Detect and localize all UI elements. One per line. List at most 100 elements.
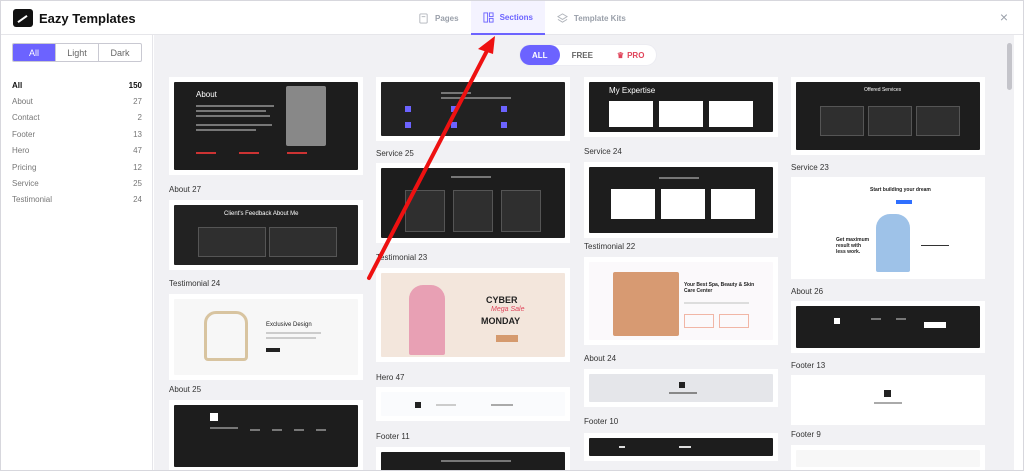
mode-dark-button[interactable]: Dark — [99, 44, 141, 61]
template-preview: Your Best Spa, Beauty & Skin Care Center — [589, 262, 773, 340]
category-count: 12 — [133, 162, 142, 172]
preview-title: Client's Feedback About Me — [224, 211, 299, 217]
license-filter: ALL FREE ♛ PRO — [520, 45, 657, 65]
template-preview — [381, 452, 565, 470]
preview-heading: CYBER — [486, 295, 518, 305]
category-pricing[interactable]: Pricing 12 — [12, 159, 142, 175]
app-title: Eazy Templates — [39, 10, 136, 26]
category-label: Hero — [12, 146, 30, 156]
logo: Eazy Templates — [13, 9, 136, 27]
filter-pro-button[interactable]: ♛ PRO — [605, 45, 657, 65]
logo-icon — [13, 9, 33, 27]
person-photo — [876, 214, 910, 272]
category-label: Contact — [12, 113, 40, 123]
template-preview — [381, 82, 565, 136]
template-name: Hero 47 — [376, 373, 405, 382]
tab-pages[interactable]: Pages — [406, 1, 471, 35]
scrollbar[interactable] — [1005, 35, 1014, 470]
header: Eazy Templates Pages Sections Template K… — [1, 1, 1023, 35]
template-card-service-24[interactable]: My Expertise — [584, 77, 778, 137]
template-preview — [796, 306, 980, 348]
template-card-footer[interactable] — [584, 433, 778, 461]
template-preview: About — [174, 82, 358, 170]
template-card-about-26[interactable]: Start building your dream Get maximum re… — [791, 177, 985, 279]
tab-bar: Pages Sections Template Kits — [406, 1, 638, 35]
template-card-about-27[interactable]: About — [169, 77, 363, 175]
model-photo — [409, 285, 445, 355]
category-count: 24 — [133, 195, 142, 205]
template-preview: CYBER Mega Sale MONDAY — [381, 273, 565, 357]
layers-icon — [556, 12, 568, 23]
template-card-footer[interactable] — [376, 447, 570, 470]
category-contact[interactable]: Contact 2 — [12, 110, 142, 126]
category-count: 2 — [137, 113, 142, 123]
category-label: Testimonial — [12, 195, 53, 205]
template-card-footer-13[interactable] — [791, 301, 985, 353]
sidebar: All Light Dark All 150 About 27 Contact 2 F… — [1, 35, 153, 470]
template-card-testimonial-22[interactable] — [584, 162, 778, 238]
category-count: 13 — [133, 129, 142, 139]
template-card-footer-11[interactable] — [376, 387, 570, 421]
template-preview: Exclusive Design — [174, 299, 358, 375]
template-card-about-24[interactable]: Your Best Spa, Beauty & Skin Care Center — [584, 257, 778, 345]
template-card-testimonial-23[interactable] — [376, 163, 570, 243]
category-label: About — [12, 97, 33, 107]
template-card-about-25[interactable]: Exclusive Design — [169, 294, 363, 380]
template-card-hero-47[interactable]: CYBER Mega Sale MONDAY — [376, 268, 570, 362]
category-count: 150 — [128, 80, 142, 90]
preview-title: Offered Services — [864, 87, 902, 93]
template-card-footer[interactable] — [169, 400, 363, 470]
category-count: 47 — [133, 146, 142, 156]
template-preview — [589, 167, 773, 233]
spa-photo — [613, 272, 679, 336]
preview-subheading: Mega Sale — [491, 306, 525, 313]
preview-title: Exclusive Design — [266, 322, 312, 328]
template-preview: My Expertise — [589, 82, 773, 132]
template-name: Footer 13 — [791, 361, 826, 370]
filter-free-button[interactable]: FREE — [560, 45, 605, 65]
app-window: Eazy Templates Pages Sections Template K… — [0, 0, 1024, 471]
template-name: About 27 — [169, 185, 202, 194]
category-testimonial[interactable]: Testimonial 24 — [12, 192, 142, 208]
template-preview: Start building your dream Get maximum re… — [796, 182, 980, 274]
mode-all-button[interactable]: All — [13, 44, 56, 61]
tab-sections[interactable]: Sections — [470, 1, 545, 35]
template-card-service-23[interactable]: Offered Services — [791, 77, 985, 155]
filter-pro-label: PRO — [627, 50, 645, 60]
category-service[interactable]: Service 25 — [12, 175, 142, 191]
preview-title: About — [196, 90, 217, 99]
preview-heading: Your Best Spa, Beauty & Skin Care Center — [684, 282, 755, 294]
template-card-footer[interactable] — [791, 445, 985, 470]
page-icon — [419, 12, 428, 24]
category-all[interactable]: All 150 — [12, 77, 142, 93]
template-preview: Client's Feedback About Me — [174, 205, 358, 265]
template-card-footer-10[interactable] — [584, 369, 778, 407]
tab-template-kits[interactable]: Template Kits — [545, 1, 638, 35]
template-card-testimonial-24[interactable]: Client's Feedback About Me — [169, 200, 363, 270]
template-preview — [381, 392, 565, 416]
category-footer[interactable]: Footer 13 — [12, 126, 142, 142]
category-hero[interactable]: Hero 47 — [12, 143, 142, 159]
filter-all-button[interactable]: ALL — [520, 45, 560, 65]
sections-icon — [483, 11, 494, 23]
template-name: Footer 9 — [791, 430, 821, 439]
crown-icon: ♛ — [616, 50, 625, 60]
tab-sections-label: Sections — [499, 12, 533, 22]
template-name: Footer 10 — [584, 417, 619, 426]
template-preview — [589, 374, 773, 402]
scrollbar-thumb[interactable] — [1007, 43, 1012, 90]
category-label: Pricing — [12, 162, 37, 172]
category-count: 27 — [133, 97, 142, 107]
tab-pages-label: Pages — [435, 13, 459, 23]
chair-image — [204, 311, 248, 361]
template-card-footer-9[interactable] — [791, 375, 985, 425]
category-about[interactable]: About 27 — [12, 93, 142, 109]
template-card-service-25[interactable] — [376, 77, 570, 141]
template-name: Testimonial 23 — [376, 253, 428, 262]
category-label: Service — [12, 179, 39, 189]
mode-light-button[interactable]: Light — [56, 44, 99, 61]
close-icon[interactable]: × — [997, 10, 1011, 24]
template-preview — [174, 405, 358, 467]
template-name: About 24 — [584, 354, 617, 363]
category-label: Footer — [12, 129, 36, 139]
